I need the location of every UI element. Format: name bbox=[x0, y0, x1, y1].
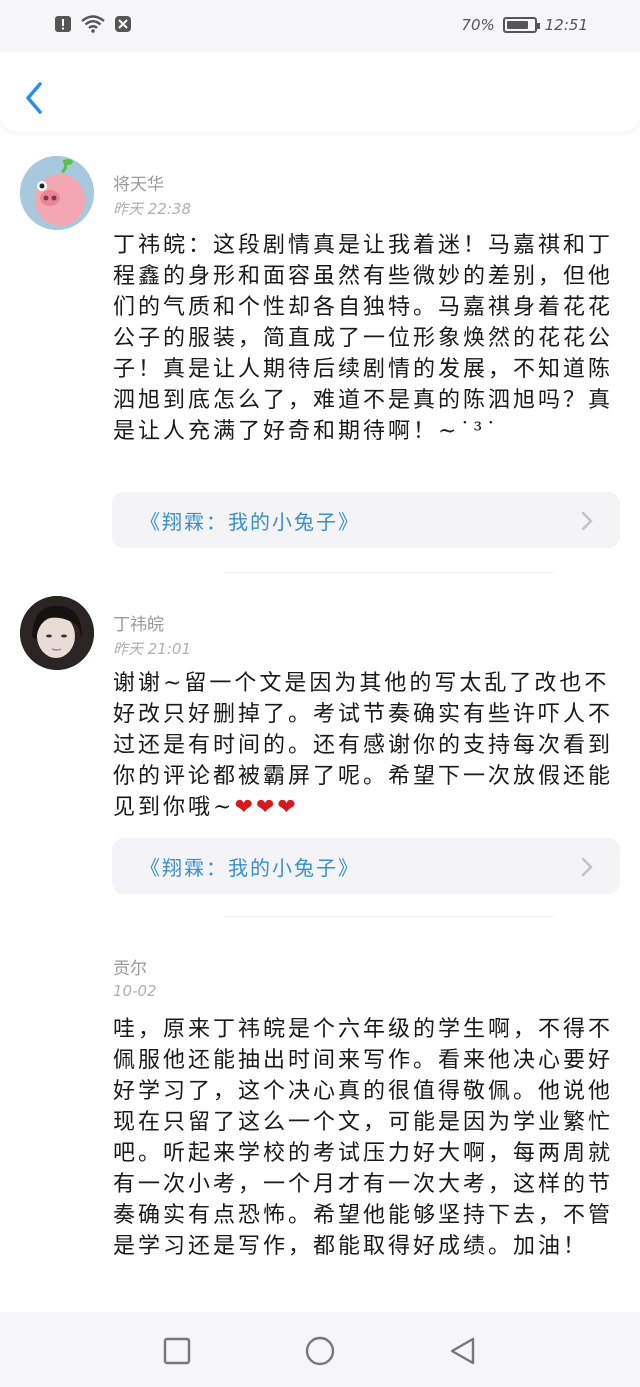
status-bar: 70% 12:51 bbox=[0, 0, 640, 52]
book-link-card[interactable]: 《翔霖：我的小兔子》 bbox=[112, 492, 620, 548]
comment-text: 哇，原来丁祎皖是个六年级的学生啊，不得不佩服他还能抽出时间来写作。看来他决心要好… bbox=[113, 1017, 614, 1259]
status-right: 70% 12:51 bbox=[461, 16, 588, 34]
system-nav-bar bbox=[0, 1312, 640, 1387]
square-icon[interactable] bbox=[160, 1334, 194, 1368]
triangle-back-icon[interactable] bbox=[446, 1334, 480, 1368]
book-link-card[interactable]: 《翔霖：我的小兔子》 bbox=[112, 838, 620, 894]
username[interactable]: 丁祎皖 bbox=[113, 610, 164, 635]
book-title: 《翔霖：我的小兔子》 bbox=[140, 856, 360, 880]
comment-text-content: 谢谢~留一个文是因为其他的写太乱了改也不好改只好删掉了。考试节奏确实有些许吓人不… bbox=[113, 671, 614, 820]
chevron-left-icon[interactable] bbox=[20, 78, 50, 118]
clock: 12:51 bbox=[544, 16, 588, 34]
comment-text: 丁祎皖：这段剧情真是让我着迷！马嘉祺和丁程鑫的身形和面容虽然有些微妙的差别，但他… bbox=[113, 233, 614, 444]
battery-percent: 70% bbox=[461, 16, 495, 34]
comment-text: 谢谢~留一个文是因为其他的写太乱了改也不好改只好删掉了。考试节奏确实有些许吓人不… bbox=[113, 668, 621, 823]
pig-cartoon-avatar-image bbox=[20, 156, 94, 230]
username[interactable]: 贡尔 bbox=[113, 954, 147, 979]
timestamp: 昨天 22:38 bbox=[113, 200, 191, 218]
circle-icon[interactable] bbox=[303, 1334, 337, 1368]
chevron-right-icon bbox=[581, 857, 593, 877]
divider bbox=[224, 572, 554, 573]
username[interactable]: 将天华 bbox=[113, 170, 164, 195]
book-title: 《翔霖：我的小兔子》 bbox=[140, 510, 360, 534]
avatar[interactable] bbox=[20, 596, 94, 670]
app-icon bbox=[115, 16, 131, 32]
timestamp: 10-02 bbox=[113, 982, 157, 1000]
battery-icon bbox=[502, 17, 540, 33]
alert-icon bbox=[55, 16, 71, 32]
wifi-icon bbox=[81, 15, 105, 33]
avatar[interactable] bbox=[20, 156, 94, 230]
status-left-icons bbox=[54, 14, 132, 34]
timestamp: 昨天 21:01 bbox=[113, 640, 191, 658]
top-bar bbox=[0, 52, 640, 132]
chevron-right-icon bbox=[581, 511, 593, 531]
photo-avatar-image bbox=[20, 596, 94, 670]
heart-emojis: ❤❤❤ bbox=[234, 795, 299, 820]
divider bbox=[224, 916, 554, 917]
